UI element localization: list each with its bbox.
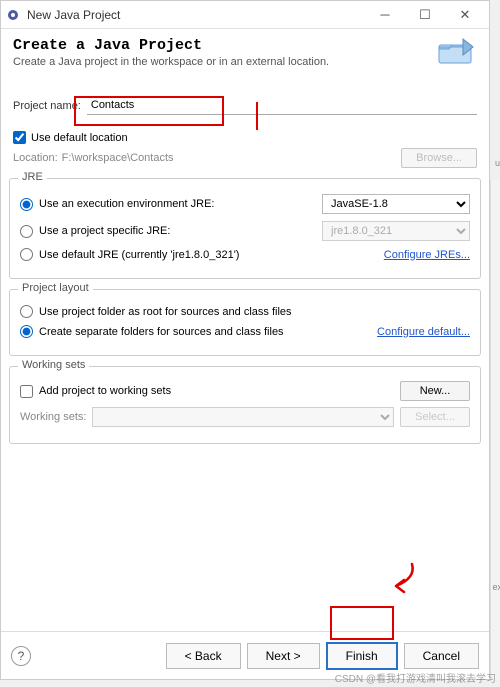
configure-default-link[interactable]: Configure default... <box>377 326 470 338</box>
jre-default-label: Use default JRE (currently 'jre1.8.0_321… <box>39 249 384 261</box>
location-value: F:\workspace\Contacts <box>58 152 401 164</box>
working-sets-label: Working sets: <box>20 411 86 423</box>
help-icon[interactable]: ? <box>11 646 31 666</box>
wizard-subtitle: Create a Java project in the workspace o… <box>13 56 477 68</box>
minimize-button[interactable]: ─ <box>365 2 405 28</box>
next-button[interactable]: Next > <box>247 643 320 669</box>
jre-exec-env-radio[interactable] <box>20 198 33 211</box>
working-sets-select <box>92 407 394 427</box>
back-button[interactable]: < Back <box>166 643 241 669</box>
location-label: Location: <box>13 152 58 164</box>
watermark: CSDN @看我打游戏清叫我滚去学习 <box>335 670 496 685</box>
wizard-title: Create a Java Project <box>13 37 477 54</box>
layout-separate-folders-radio[interactable] <box>20 325 33 338</box>
jre-project-specific-select: jre1.8.0_321 <box>322 221 470 241</box>
layout-single-folder-radio[interactable] <box>20 305 33 318</box>
jre-group: JRE Use an execution environment JRE: Ja… <box>9 178 481 279</box>
titlebar: New Java Project ─ ☐ ✕ <box>1 1 489 29</box>
jre-exec-env-label: Use an execution environment JRE: <box>39 198 322 210</box>
ws-group-title: Working sets <box>18 359 89 371</box>
bg-text-1: ui <box>495 158 500 168</box>
maximize-button[interactable]: ☐ <box>405 2 445 28</box>
project-name-label: Project name: <box>13 100 81 112</box>
bg-text-3: ex <box>492 582 500 592</box>
window-title: New Java Project <box>27 8 365 22</box>
jre-default-radio[interactable] <box>20 248 33 261</box>
jre-project-specific-label: Use a project specific JRE: <box>39 225 322 237</box>
browse-button[interactable]: Browse... <box>401 148 477 168</box>
jre-group-title: JRE <box>18 171 47 183</box>
use-default-location-checkbox[interactable] <box>13 131 26 144</box>
jre-project-specific-radio[interactable] <box>20 225 33 238</box>
add-to-working-sets-label: Add project to working sets <box>39 385 394 397</box>
app-icon <box>5 7 21 23</box>
new-working-set-button[interactable]: New... <box>400 381 470 401</box>
wizard-header: Create a Java Project Create a Java proj… <box>1 29 489 80</box>
close-button[interactable]: ✕ <box>445 2 485 28</box>
layout-group-title: Project layout <box>18 282 93 294</box>
project-name-input[interactable] <box>87 96 477 115</box>
project-layout-group: Project layout Use project folder as roo… <box>9 289 481 356</box>
layout-separate-folders-label: Create separate folders for sources and … <box>39 326 377 338</box>
background-strip <box>490 180 500 680</box>
working-sets-group: Working sets Add project to working sets… <box>9 366 481 444</box>
add-to-working-sets-checkbox[interactable] <box>20 385 33 398</box>
finish-button[interactable]: Finish <box>326 642 398 670</box>
select-working-set-button: Select... <box>400 407 470 427</box>
layout-single-folder-label: Use project folder as root for sources a… <box>39 306 470 318</box>
configure-jres-link[interactable]: Configure JREs... <box>384 249 470 261</box>
use-default-location-label: Use default location <box>31 132 128 144</box>
cancel-button[interactable]: Cancel <box>404 643 479 669</box>
wizard-banner-icon <box>435 35 477 74</box>
jre-exec-env-select[interactable]: JavaSE-1.8 <box>322 194 470 214</box>
